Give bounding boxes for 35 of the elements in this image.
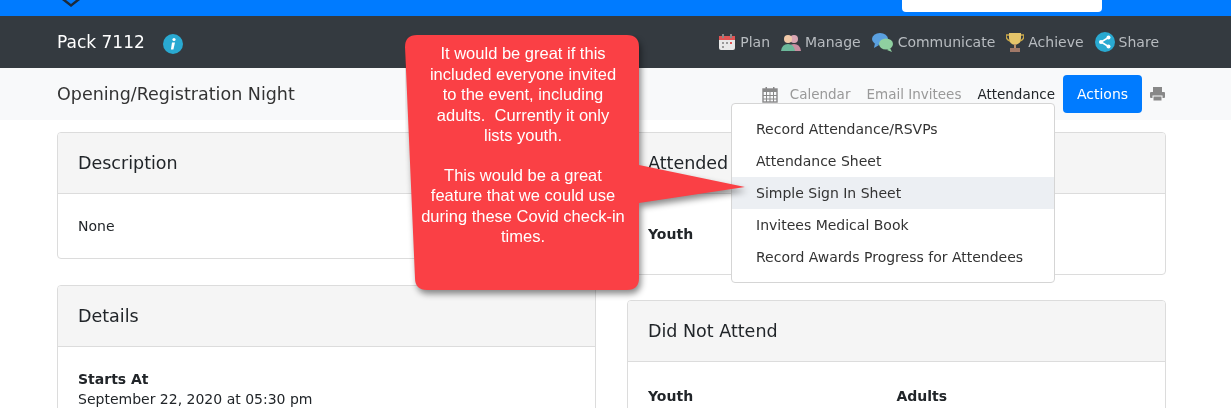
description-text: None (78, 218, 115, 234)
chat-icon (871, 32, 894, 52)
card-title: Details (78, 306, 139, 326)
calendar-icon[interactable] (761, 85, 778, 103)
column-header: Adults (896, 388, 949, 404)
nav-link[interactable]: Plan (718, 33, 770, 51)
info-icon[interactable] (162, 33, 183, 54)
card-title: Description (78, 153, 178, 173)
menu-item[interactable]: Invitees Medical Book (732, 209, 1054, 241)
nav-link[interactable]: Manage (781, 33, 861, 51)
nav-link[interactable]: Achieve (1006, 32, 1084, 52)
actions-button[interactable]: Actions (1063, 75, 1142, 113)
trophy-icon (1006, 32, 1025, 52)
menu-item[interactable]: Record Awards Progress for Attendees (732, 241, 1054, 273)
event-title: Opening/Registration Night (57, 84, 295, 104)
callout-text: This would be a great feature that we could use during these Covid check-in times. (421, 164, 625, 247)
event-link[interactable]: Attendance (977, 86, 1055, 102)
calendar-icon (718, 33, 737, 51)
menu-item[interactable]: Simple Sign In Sheet (732, 177, 1054, 209)
field-label: Starts At (78, 371, 149, 387)
people-icon (781, 33, 801, 51)
menu-item[interactable]: Record Attendance/RSVPs (732, 113, 1054, 145)
callout-text: It would be great if this included everyone invited to the event, including adults. Currently it only lists youth. (428, 43, 618, 146)
card-title: Attended (648, 153, 729, 173)
print-icon[interactable] (1150, 87, 1165, 101)
menu-item[interactable]: Attendance Sheet (732, 145, 1054, 177)
share-icon (1094, 32, 1115, 52)
column-header: Youth (648, 388, 695, 404)
column-header: Youth (648, 226, 695, 242)
unit-name: Pack 7112 (57, 32, 145, 52)
logo-icon[interactable] (60, 0, 82, 8)
field-value: September 22, 2020 at 05:30 pm (78, 391, 313, 407)
card-title: Did Not Attend (648, 321, 778, 341)
nav-link[interactable]: Communicate (871, 32, 996, 52)
nav-link[interactable]: Share (1094, 32, 1159, 52)
